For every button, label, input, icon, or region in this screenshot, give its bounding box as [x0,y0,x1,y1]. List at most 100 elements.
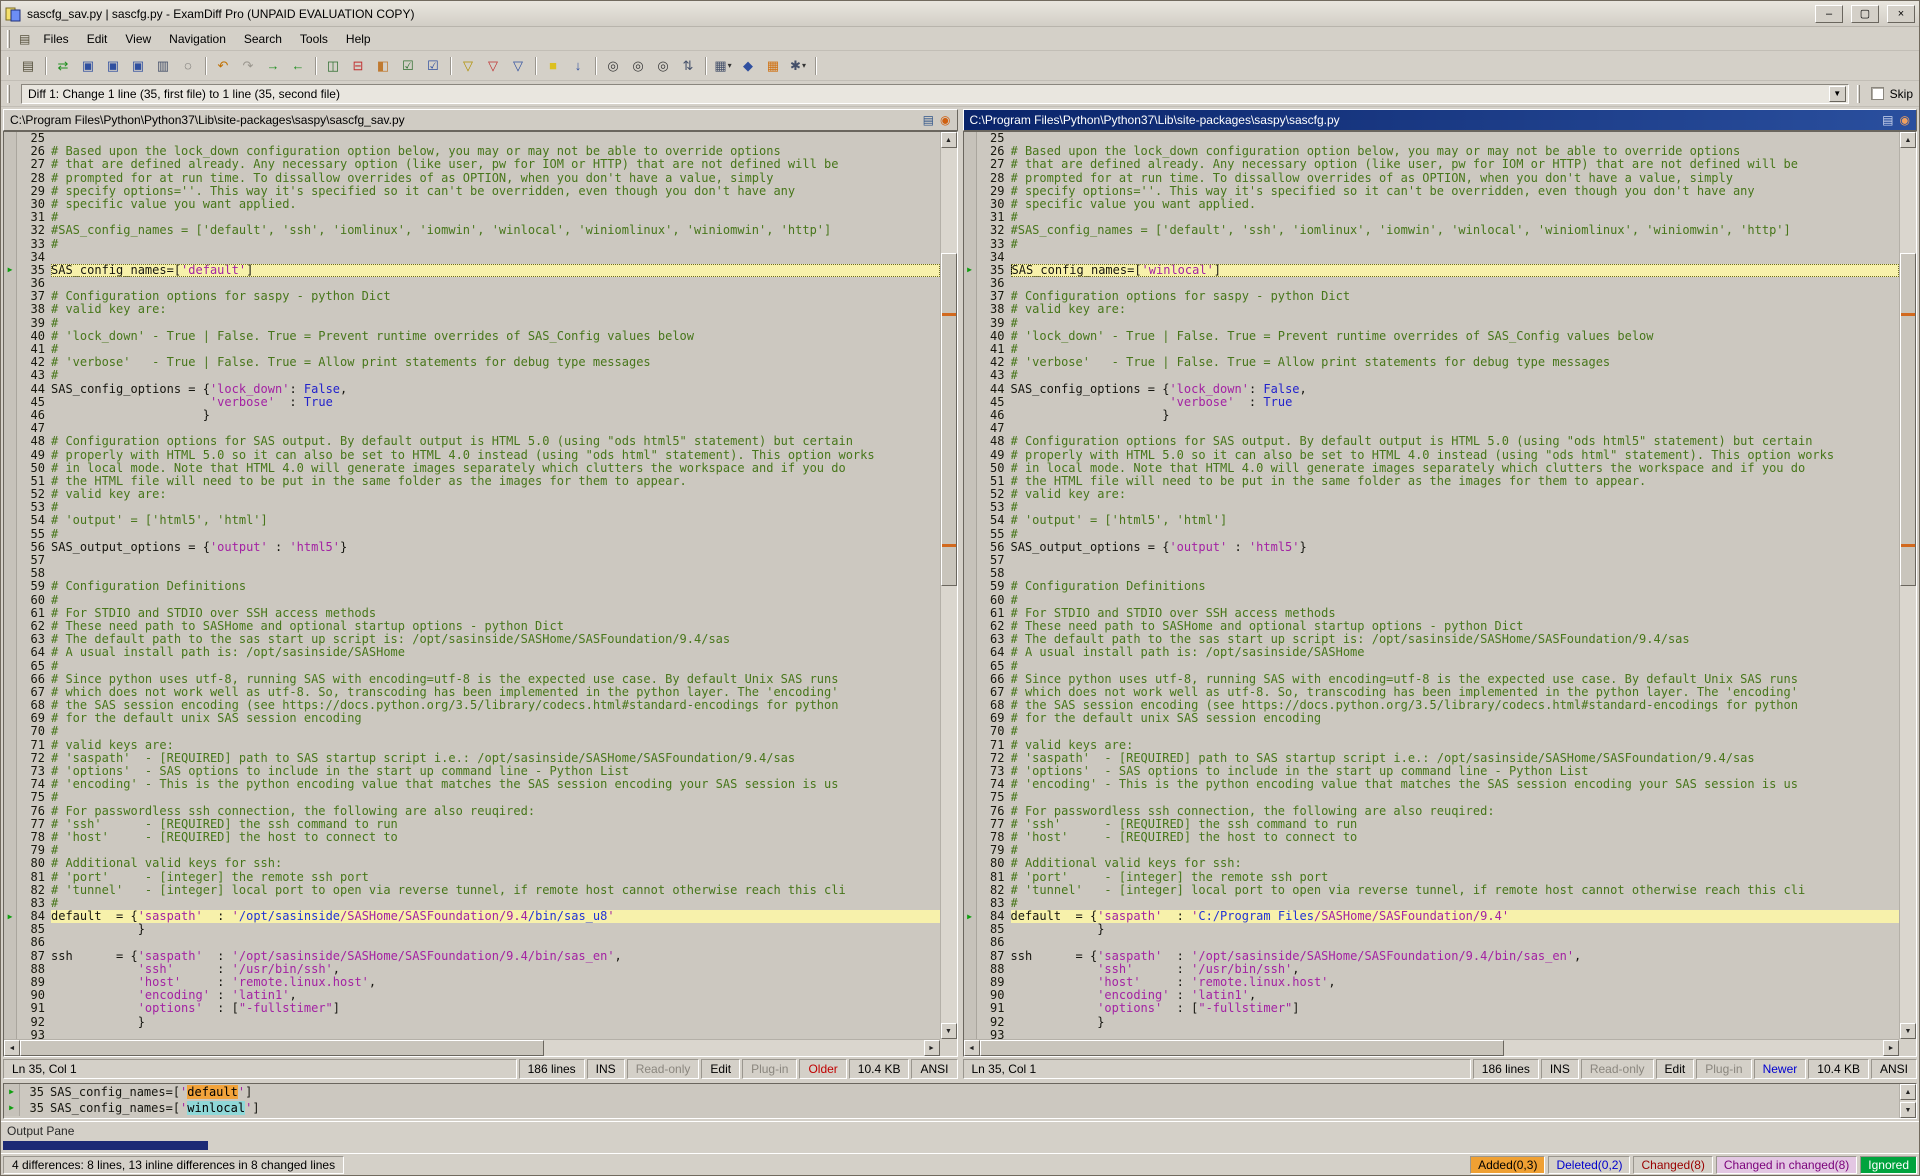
scroll-left-icon[interactable]: ◄ [4,1040,20,1056]
redo-icon[interactable]: ↷ [236,55,260,77]
gutter-cell [4,778,17,791]
highlight-toggle-icon[interactable]: ■ [541,55,565,77]
scroll-down-icon[interactable]: ▼ [1900,1023,1916,1039]
filter-all-icon[interactable]: ▽ [456,55,480,77]
scroll-thumb[interactable] [941,253,957,586]
plugins-icon[interactable]: ◆ [736,55,760,77]
left-code-area[interactable]: 2526# Based upon the lock_down configura… [4,132,940,1039]
edit-pane-icon[interactable]: ◉ [1900,113,1910,127]
save-icon[interactable]: ▣ [76,55,100,77]
left-pane-header[interactable]: C:\Program Files\Python\Python37\Lib\sit… [3,109,958,131]
next-difference-icon[interactable]: ↓ [566,55,590,77]
print-pane-icon[interactable]: ▤ [1882,113,1893,127]
edit-button[interactable]: Edit [1656,1059,1695,1079]
filter-options-icon[interactable]: ▽ [506,55,530,77]
left-file-path: C:\Program Files\Python\Python37\Lib\sit… [10,113,917,127]
scroll-left-icon[interactable]: ◄ [964,1040,980,1056]
right-vertical-scrollbar[interactable]: ▲ ▼ [1899,132,1916,1039]
find-in-files-icon[interactable]: ◎ [651,55,675,77]
scroll-track[interactable] [980,1040,1884,1056]
layout-over-under-icon[interactable]: ⊟ [346,55,370,77]
scroll-down-icon[interactable]: ▼ [1900,1102,1916,1118]
scroll-right-icon[interactable]: ► [1883,1040,1899,1056]
scroll-track[interactable] [20,1040,924,1056]
detail-scrollbar[interactable]: ▲ ▼ [1899,1084,1916,1118]
code-line: 65# [964,660,1900,673]
menu-item-navigation[interactable]: Navigation [160,29,235,49]
snapshot-icon[interactable]: ▦ [761,55,785,77]
code-text [51,554,940,567]
filter-changed-icon[interactable]: ▽ [481,55,505,77]
code-line: 37# Configuration options for saspy - py… [4,290,940,303]
menu-item-edit[interactable]: Edit [78,29,117,49]
left-vertical-scrollbar[interactable]: ▲ ▼ [940,132,957,1039]
menu-item-view[interactable]: View [116,29,160,49]
edit-pane-icon[interactable]: ◉ [940,113,950,127]
gutter-cell [4,1002,17,1015]
show-identical-icon[interactable]: ☑ [421,55,445,77]
code-line: 26# Based upon the lock_down configurati… [964,145,1900,158]
diff-detail-row[interactable]: ▶35SAS_config_names=['winlocal'] [4,1100,1899,1116]
scroll-thumb[interactable] [1900,253,1916,586]
maximize-button[interactable]: ▢ [1851,5,1879,23]
save-first-file-icon[interactable]: ▣ [101,55,125,77]
layout-mixed-icon[interactable]: ◧ [371,55,395,77]
print-icon[interactable]: ▥ [151,55,175,77]
right-horizontal-scrollbar[interactable]: ◄ ► [964,1039,1900,1056]
code-text: SAS_config_names=['winlocal'] [1011,264,1900,277]
close-button[interactable]: × [1887,5,1915,23]
find-next-icon[interactable]: ◎ [626,55,650,77]
options-gear-icon[interactable]: ✱▾ [786,55,810,77]
scroll-thumb[interactable] [980,1040,1504,1056]
diff-detail-row[interactable]: ▶35SAS_config_names=['default'] [4,1084,1899,1100]
code-text: } [1011,1016,1900,1029]
scroll-up-icon[interactable]: ▲ [1900,1084,1916,1100]
scroll-right-icon[interactable]: ► [924,1040,940,1056]
gutter-cell [4,303,17,316]
search-icon[interactable]: ◌ [176,55,200,77]
code-text [51,936,940,949]
statistics-icon[interactable]: ▦▾ [711,55,735,77]
find-icon[interactable]: ◎ [601,55,625,77]
output-pane-caption[interactable]: Output Pane [1,1121,1919,1140]
layout-side-by-side-icon[interactable]: ◫ [321,55,345,77]
minimize-button[interactable]: – [1815,5,1843,23]
menu-item-help[interactable]: Help [337,29,380,49]
show-differences-icon[interactable]: ☑ [396,55,420,77]
scroll-track[interactable] [1900,148,1916,1023]
code-line: 49# properly with HTML 5.0 so it can als… [964,449,1900,462]
open-compare-icon[interactable]: ⇄ [51,55,75,77]
copy-block-right-icon[interactable]: → [261,55,285,77]
scroll-down-icon[interactable]: ▼ [941,1023,957,1039]
code-text: # the SAS session encoding (see https://… [51,699,940,712]
right-code-area[interactable]: 2526# Based upon the lock_down configura… [964,132,1900,1039]
menu-item-tools[interactable]: Tools [291,29,337,49]
sort-icon[interactable]: ⇅ [676,55,700,77]
left-horizontal-scrollbar[interactable]: ◄ ► [4,1039,940,1056]
copy-block-left-icon[interactable]: ← [286,55,310,77]
menu-item-search[interactable]: Search [235,29,291,49]
code-line: 32#SAS_config_names = ['default', 'ssh',… [964,224,1900,237]
current-diff-combo[interactable]: Diff 1: Change 1 line (35, first file) t… [21,84,1849,104]
edit-button[interactable]: Edit [701,1059,740,1079]
line-number: 50 [977,462,1011,475]
scroll-up-icon[interactable]: ▲ [1900,132,1916,148]
right-pane-header[interactable]: C:\Program Files\Python\Python37\Lib\sit… [963,109,1918,131]
menu-item-files[interactable]: Files [34,29,77,49]
diff-combo-dropdown-icon[interactable]: ▼ [1829,86,1846,102]
code-text: # 'saspath' - [REQUIRED] path to SAS sta… [51,752,940,765]
scroll-up-icon[interactable]: ▲ [941,132,957,148]
code-line: 56SAS_output_options = {'output' : 'html… [4,541,940,554]
code-text: # Additional valid keys for ssh: [1011,857,1900,870]
undo-icon[interactable]: ↶ [211,55,235,77]
save-second-file-icon[interactable]: ▣ [126,55,150,77]
gutter-cell [4,462,17,475]
skip-checkbox[interactable] [1871,87,1884,100]
code-line: 25 [964,132,1900,145]
line-number: 86 [17,936,51,949]
print-pane-icon[interactable]: ▤ [923,113,934,127]
code-text: # valid key are: [51,488,940,501]
scroll-thumb[interactable] [20,1040,544,1056]
scroll-track[interactable] [941,148,957,1023]
new-session-icon[interactable]: ▤ [16,55,40,77]
